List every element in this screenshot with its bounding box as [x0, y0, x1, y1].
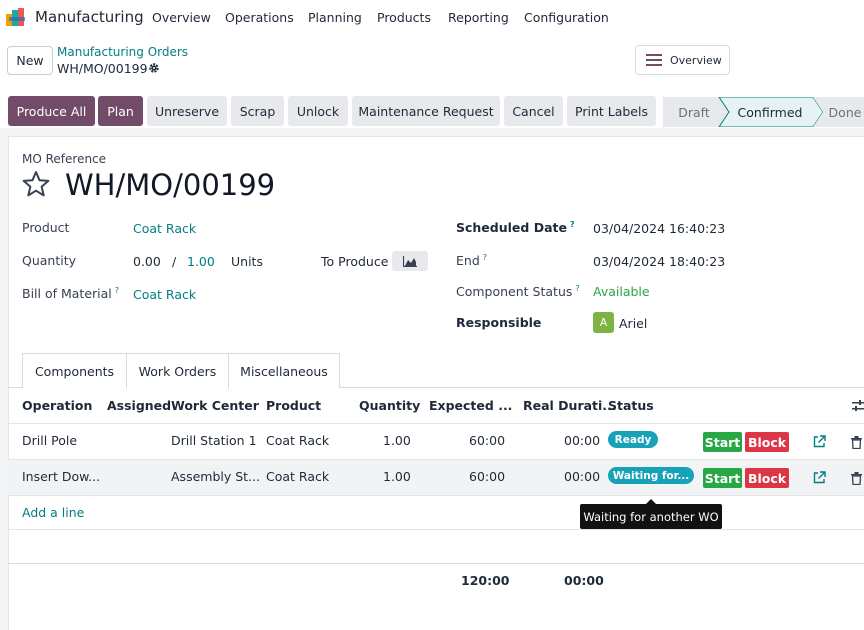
col-status[interactable]: Status [608, 398, 654, 413]
add-a-line-link[interactable]: Add a line [22, 505, 84, 520]
component-status-help-icon[interactable]: ? [575, 284, 579, 293]
total-real-duration: 00:00 [564, 573, 604, 588]
row-product: Coat Rack [266, 469, 330, 484]
hamburger-icon [646, 54, 662, 66]
row-work-center: Drill Station 1 [171, 433, 257, 448]
scrap-button[interactable]: Scrap [231, 96, 284, 126]
overview-button[interactable]: Overview [635, 45, 730, 75]
product-field[interactable]: Coat Rack [133, 221, 196, 236]
responsible-field[interactable]: Ariel [619, 316, 647, 331]
component-status-value: Available [593, 284, 650, 299]
status-badge: Waiting for... [608, 467, 694, 484]
row-expected: 60:00 [469, 433, 506, 448]
total-expected-duration: 120:00 [461, 573, 510, 588]
col-real-duration[interactable]: Real Durati... [523, 398, 617, 413]
row-divider [8, 495, 864, 496]
start-button[interactable]: Start [703, 468, 742, 488]
unlock-button[interactable]: Unlock [288, 96, 348, 126]
col-product[interactable]: Product [266, 398, 321, 413]
tab-components[interactable]: Components [22, 353, 127, 388]
status-badge: Ready [608, 431, 658, 448]
block-button[interactable]: Block [745, 432, 789, 452]
end-label: End? [456, 253, 488, 269]
scheduled-help-icon[interactable]: ? [570, 220, 575, 229]
trash-icon[interactable] [851, 472, 862, 485]
top-navbar: Manufacturing Overview Operations Planni… [0, 0, 864, 36]
component-status-label: Component Status? [456, 284, 580, 300]
app-name[interactable]: Manufacturing [35, 8, 144, 26]
menu-configuration[interactable]: Configuration [524, 10, 609, 25]
menu-reporting[interactable]: Reporting [448, 10, 509, 25]
scheduled-date-label: Scheduled Date? [456, 220, 575, 236]
header-divider [8, 423, 864, 424]
product-label: Product [22, 220, 70, 235]
breadcrumb-manufacturing-orders[interactable]: Manufacturing Orders [57, 45, 188, 59]
col-quantity[interactable]: Quantity [359, 398, 420, 413]
column-settings-icon[interactable] [852, 400, 864, 412]
bom-field[interactable]: Coat Rack [133, 287, 196, 302]
status-bar: Draft Confirmed Done [663, 97, 864, 127]
star-icon[interactable] [22, 170, 50, 198]
row-work-center: Assembly St... [171, 469, 260, 484]
col-operation[interactable]: Operation [22, 398, 92, 413]
menu-overview[interactable]: Overview [152, 10, 211, 25]
plan-button[interactable]: Plan [98, 96, 143, 126]
avatar: A [593, 312, 614, 333]
bom-help-icon[interactable]: ? [115, 286, 119, 295]
end-date-field[interactable]: 03/04/2024 18:40:23 [593, 254, 725, 269]
tab-work-orders[interactable]: Work Orders [126, 353, 229, 389]
mo-reference-label: MO Reference [22, 152, 107, 166]
quantity-unit[interactable]: Units [231, 254, 263, 269]
tab-miscellaneous[interactable]: Miscellaneous [228, 353, 340, 388]
stage-done[interactable]: Done [823, 97, 864, 127]
status-tooltip: Waiting for another WO [580, 499, 722, 529]
row-operation: Insert Dow... [22, 469, 101, 484]
manufacturing-app-icon[interactable] [6, 8, 28, 26]
breadcrumb-current-record: WH/MO/00199 [57, 61, 148, 76]
col-expected-duration[interactable]: Expected ... [429, 398, 512, 413]
stage-confirmed[interactable]: Confirmed [727, 97, 813, 127]
quantity-done-field[interactable]: 0.00 [133, 254, 161, 269]
menu-products[interactable]: Products [377, 10, 431, 25]
row-divider [8, 529, 864, 530]
to-produce-label: To Produce [321, 254, 389, 269]
scheduled-date-field[interactable]: 03/04/2024 16:40:23 [593, 221, 725, 236]
row-real-duration: 00:00 [564, 469, 601, 484]
row-quantity: 1.00 [383, 469, 411, 484]
quantity-label: Quantity [22, 253, 77, 268]
overview-button-label: Overview [670, 53, 722, 67]
external-link-icon[interactable] [813, 471, 826, 484]
menu-planning[interactable]: Planning [308, 10, 362, 25]
col-assigned[interactable]: Assigned [107, 398, 171, 413]
gear-icon[interactable] [148, 62, 160, 74]
quantity-total-field[interactable]: 1.00 [187, 254, 215, 269]
responsible-label: Responsible [456, 315, 542, 330]
produce-all-button[interactable]: Produce All [8, 96, 95, 126]
trash-icon[interactable] [851, 436, 862, 449]
quantity-separator: / [172, 254, 177, 269]
stage-draft[interactable]: Draft [663, 97, 725, 127]
end-help-icon[interactable]: ? [483, 253, 487, 262]
row-operation: Drill Pole [22, 433, 78, 448]
block-button[interactable]: Block [745, 468, 789, 488]
cancel-button[interactable]: Cancel [504, 96, 563, 126]
menu-operations[interactable]: Operations [225, 10, 294, 25]
maintenance-request-button[interactable]: Maintenance Request [352, 96, 500, 126]
row-real-duration: 00:00 [564, 433, 601, 448]
unreserve-button[interactable]: Unreserve [147, 96, 227, 126]
col-work-center[interactable]: Work Center [171, 398, 259, 413]
mo-title: WH/MO/00199 [65, 168, 276, 202]
row-product: Coat Rack [266, 433, 330, 448]
external-link-icon[interactable] [813, 435, 826, 448]
bom-label: Bill of Material? [22, 286, 120, 302]
area-chart-icon [403, 255, 417, 267]
forecast-graph-button[interactable] [392, 251, 428, 271]
new-button[interactable]: New [7, 46, 53, 75]
row-expected: 60:00 [469, 469, 506, 484]
start-button[interactable]: Start [703, 432, 742, 452]
footer-divider [8, 563, 864, 564]
print-labels-button[interactable]: Print Labels [567, 96, 656, 126]
row-quantity: 1.00 [383, 433, 411, 448]
